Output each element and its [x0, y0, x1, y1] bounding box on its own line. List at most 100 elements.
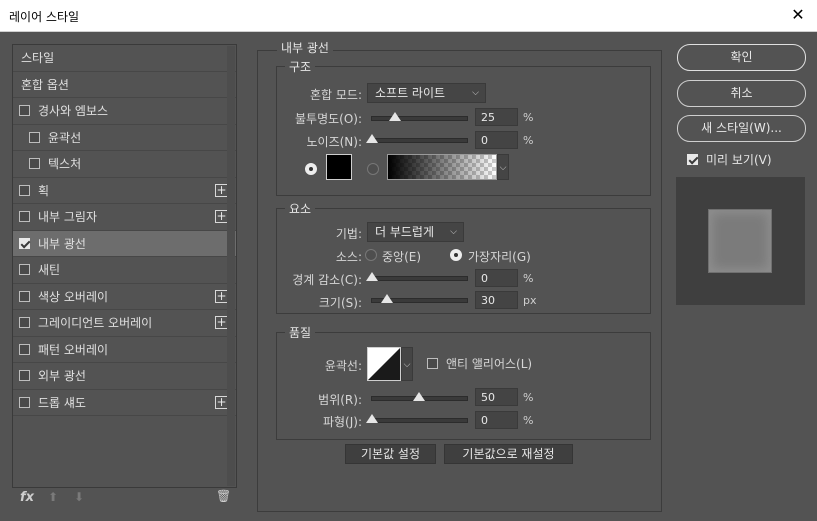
style-list-item[interactable]: 패턴 오버레이 — [13, 337, 236, 363]
style-label: 외부 광선 — [38, 369, 86, 384]
style-label: 색상 오버레이 — [38, 289, 109, 304]
style-checkbox[interactable] — [19, 105, 30, 117]
source-center-label: 중앙(E) — [382, 250, 422, 264]
style-list-item[interactable]: 색상 오버레이 + — [13, 284, 236, 310]
contour-preview[interactable] — [367, 347, 401, 381]
opacity-slider[interactable] — [371, 112, 468, 121]
reset-default-button[interactable]: 기본값으로 재설정 — [444, 444, 573, 464]
style-list-item[interactable]: 윤곽선 — [13, 125, 236, 151]
size-label: 크기(S): — [318, 296, 362, 310]
size-slider[interactable] — [371, 294, 468, 303]
style-checkbox[interactable] — [19, 184, 30, 196]
move-up-icon[interactable]: ⬆ — [48, 490, 58, 504]
style-label: 윤곽선 — [48, 130, 82, 145]
style-checkbox[interactable] — [29, 158, 40, 170]
preview-option[interactable]: 미리 보기(V) — [681, 148, 772, 170]
style-checkbox[interactable] — [19, 317, 30, 329]
style-list-item[interactable]: 혼합 옵션 — [13, 72, 236, 98]
gradient-dropdown-arrow[interactable]: ⌵ — [497, 154, 509, 180]
fx-icon[interactable]: fx — [20, 490, 34, 505]
style-list-item[interactable]: 획 + — [13, 178, 236, 204]
style-list-item[interactable]: 내부 그림자 + — [13, 204, 236, 231]
glow-color-swatch[interactable] — [326, 154, 352, 180]
close-icon[interactable]: ✕ — [787, 5, 809, 25]
opacity-slider-thumb[interactable] — [389, 112, 401, 121]
layer-style-dialog: 스타일 혼합 옵션 경사와 엠보스 윤곽선 텍스처 획 + 내부 그림자 + 내부 광선 새틴 색상 … — [0, 32, 817, 521]
jitter-slider-thumb[interactable] — [366, 414, 378, 423]
style-label: 스타일 — [21, 51, 55, 66]
source-edge-radio[interactable] — [450, 249, 462, 261]
style-list-footer: fx ⬆ ⬇ 🗑 — [12, 488, 237, 512]
style-list-item[interactable]: 경사와 엠보스 — [13, 98, 236, 125]
contour-label: 윤곽선: — [324, 359, 362, 373]
style-list-item[interactable]: 텍스처 — [13, 151, 236, 178]
solid-color-radio[interactable] — [305, 163, 317, 175]
noise-slider[interactable] — [366, 134, 468, 143]
style-checkbox[interactable] — [19, 290, 30, 302]
style-checkbox[interactable] — [19, 370, 30, 382]
style-list-item[interactable]: 드롭 섀도 + — [13, 390, 236, 416]
jitter-input[interactable]: 0 — [475, 411, 518, 429]
preview-checkbox[interactable] — [687, 153, 698, 165]
style-checkbox[interactable] — [19, 343, 30, 355]
style-label: 드롭 섀도 — [38, 395, 86, 410]
source-label: 소스: — [335, 250, 362, 264]
range-slider[interactable] — [371, 392, 468, 401]
size-input[interactable]: 30 — [475, 291, 518, 309]
range-slider-thumb[interactable] — [413, 392, 425, 401]
style-label: 내부 광선 — [38, 236, 86, 251]
preview-label: 미리 보기(V) — [706, 152, 772, 167]
window-title: 레이어 스타일 — [9, 10, 80, 24]
opacity-label: 불투명도(O): — [294, 112, 362, 126]
range-label: 범위(R): — [318, 393, 362, 407]
range-input[interactable]: 50 — [475, 388, 518, 406]
style-list-item[interactable]: 스타일 — [13, 45, 236, 72]
choke-label: 경계 감소(C): — [292, 273, 362, 287]
style-checkbox[interactable] — [19, 396, 30, 408]
gradient-radio[interactable] — [367, 163, 379, 175]
new-style-button[interactable]: 새 스타일(W)... — [677, 115, 806, 142]
style-label: 텍스처 — [48, 157, 82, 172]
style-label: 내부 그림자 — [38, 210, 98, 225]
blend-mode-label: 혼합 모드: — [309, 88, 362, 102]
source-center-radio[interactable] — [365, 249, 377, 261]
trash-icon[interactable]: 🗑 — [216, 489, 231, 503]
style-checkbox[interactable] — [19, 237, 30, 249]
contour-dropdown-arrow[interactable]: ⌵ — [401, 347, 413, 381]
chevron-down-icon: ⌵ — [450, 227, 457, 237]
antialias-checkbox[interactable] — [427, 357, 438, 369]
style-checkbox[interactable] — [19, 264, 30, 276]
jitter-slider[interactable] — [366, 414, 468, 423]
style-label: 패턴 오버레이 — [38, 342, 109, 357]
make-default-button[interactable]: 기본값 설정 — [345, 444, 436, 464]
antialias-option[interactable]: 앤티 앨리어스(L) — [421, 352, 532, 374]
technique-value: 더 부드럽게 — [375, 225, 435, 239]
ok-button[interactable]: 확인 — [677, 44, 806, 71]
chevron-down-icon: ⌵ — [499, 163, 507, 173]
style-list-item[interactable]: 외부 광선 — [13, 363, 236, 390]
style-list-item[interactable]: 그레이디언트 오버레이 + — [13, 310, 236, 337]
cancel-button[interactable]: 취소 — [677, 80, 806, 107]
blend-mode-select[interactable]: 소프트 라이트 ⌵ — [367, 83, 486, 103]
technique-select[interactable]: 더 부드럽게 ⌵ — [367, 222, 464, 242]
noise-slider-thumb[interactable] — [366, 134, 378, 143]
style-list-item[interactable]: 내부 광선 — [13, 230, 236, 257]
move-down-icon[interactable]: ⬇ — [74, 490, 84, 504]
choke-slider-thumb[interactable] — [366, 272, 378, 281]
size-slider-thumb[interactable] — [381, 294, 393, 303]
range-unit: % — [523, 391, 534, 404]
noise-input[interactable]: 0 — [475, 131, 518, 149]
choke-input[interactable]: 0 — [475, 269, 518, 287]
style-list-scrollbar[interactable] — [227, 46, 235, 486]
choke-slider[interactable] — [366, 272, 468, 281]
style-checkbox[interactable] — [29, 131, 40, 143]
opacity-input[interactable]: 25 — [475, 108, 518, 126]
opacity-unit: % — [523, 111, 534, 124]
technique-label: 기법: — [335, 227, 362, 241]
gradient-preview[interactable] — [387, 154, 497, 180]
style-checkbox[interactable] — [19, 211, 30, 223]
structure-legend: 구조 — [285, 58, 316, 75]
antialias-label: 앤티 앨리어스(L) — [446, 356, 533, 371]
style-list-item[interactable]: 새틴 — [13, 257, 236, 284]
elements-legend: 요소 — [285, 200, 316, 217]
